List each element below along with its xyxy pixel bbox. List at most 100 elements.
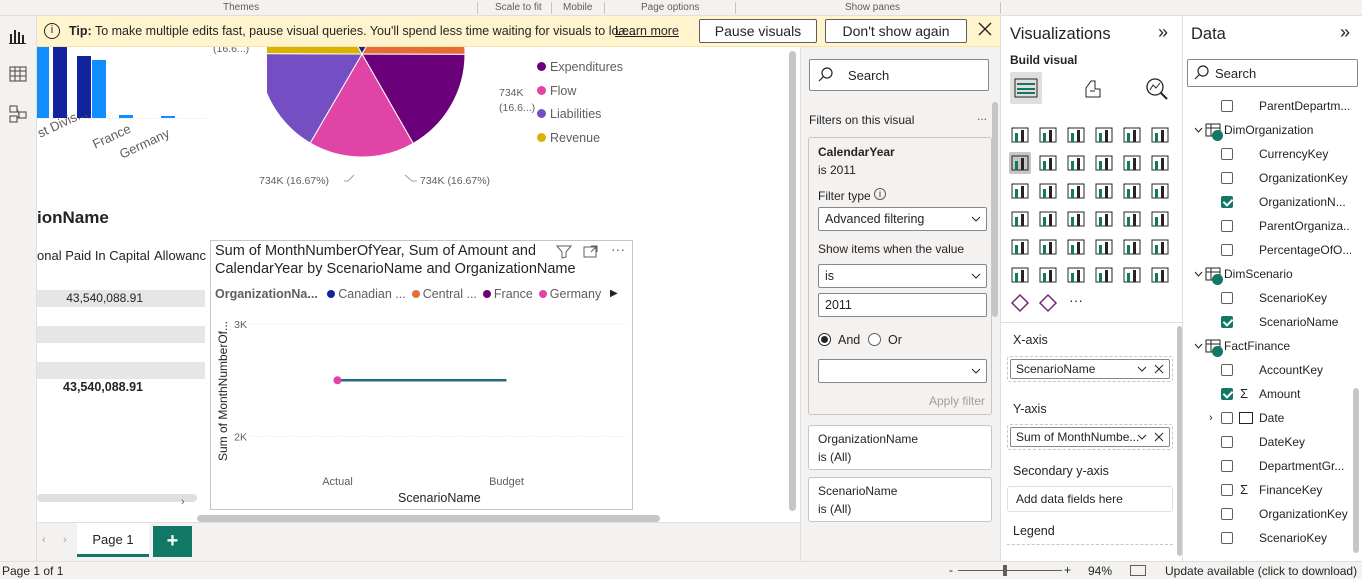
field-item[interactable]: OrganizationKey bbox=[1183, 502, 1351, 526]
pie-icon[interactable] bbox=[1093, 180, 1115, 202]
python-visual-icon[interactable] bbox=[1121, 236, 1143, 258]
dont-show-again-button[interactable]: Don't show again bbox=[825, 19, 967, 43]
more-options-icon[interactable]: ··· bbox=[611, 241, 625, 257]
chevron-down-icon[interactable] bbox=[1194, 343, 1203, 349]
zoom-out-button[interactable]: - bbox=[949, 563, 953, 577]
xaxis-well[interactable]: ScenarioName bbox=[1007, 356, 1173, 382]
matrix-icon[interactable] bbox=[1065, 236, 1087, 258]
filter-icon[interactable] bbox=[555, 245, 574, 261]
get-more-visuals-icon[interactable]: ··· bbox=[1065, 292, 1087, 314]
learn-more-link[interactable]: Learn more bbox=[615, 24, 679, 38]
filters-search-input[interactable]: Search bbox=[809, 59, 989, 91]
field-item[interactable]: ScenarioName bbox=[1183, 310, 1351, 334]
field-item[interactable]: CurrencyKey bbox=[1183, 142, 1351, 166]
funnel-icon[interactable] bbox=[1037, 180, 1059, 202]
table-icon[interactable] bbox=[1037, 236, 1059, 258]
zoom-slider[interactable] bbox=[958, 570, 1062, 571]
card-icon[interactable] bbox=[1093, 208, 1115, 230]
multirow-card-icon[interactable] bbox=[1121, 208, 1143, 230]
line-legend-item[interactable]: Germany bbox=[538, 287, 601, 301]
format-visual-icon[interactable] bbox=[1081, 77, 1105, 101]
line-clustered-icon[interactable] bbox=[1121, 152, 1143, 174]
field-checkbox[interactable] bbox=[1221, 364, 1233, 376]
filter-type-dropdown[interactable]: Advanced filtering bbox=[818, 207, 987, 231]
field-item[interactable]: PercentageOfO... bbox=[1183, 238, 1351, 262]
field-item[interactable]: Σ Amount bbox=[1183, 382, 1351, 406]
table-node[interactable]: FactFinance bbox=[1183, 334, 1351, 358]
add-page-button[interactable]: + bbox=[153, 526, 192, 557]
prev-page-icon[interactable]: ‹ bbox=[42, 534, 46, 546]
legend-next-icon[interactable]: ▶ bbox=[610, 288, 618, 299]
remove-field-icon[interactable] bbox=[1154, 432, 1164, 442]
filled-map-icon[interactable] bbox=[1037, 208, 1059, 230]
collapse-icon[interactable]: » bbox=[1340, 22, 1350, 43]
yaxis-field-pill[interactable]: Sum of MonthNumbe... bbox=[1010, 427, 1170, 447]
data-pane-scrollbar[interactable] bbox=[1353, 388, 1359, 553]
field-checkbox[interactable] bbox=[1221, 484, 1233, 496]
field-item[interactable]: Σ FinanceKey bbox=[1183, 478, 1351, 502]
narrative-icon[interactable] bbox=[1065, 264, 1087, 286]
field-checkbox[interactable] bbox=[1221, 436, 1233, 448]
scatter-icon[interactable] bbox=[1065, 180, 1087, 202]
build-visual-tab[interactable] bbox=[1010, 72, 1042, 104]
paginated-icon[interactable] bbox=[1093, 264, 1115, 286]
field-checkbox[interactable] bbox=[1221, 100, 1233, 112]
and-radio[interactable] bbox=[818, 333, 831, 346]
field-item[interactable]: ScenarioKey bbox=[1183, 286, 1351, 310]
field-checkbox[interactable] bbox=[1221, 316, 1233, 328]
kpi-icon[interactable] bbox=[1149, 208, 1171, 230]
page-tab-1[interactable]: Page 1 bbox=[77, 523, 149, 557]
clustered-bar-icon[interactable] bbox=[1065, 124, 1087, 146]
field-checkbox[interactable] bbox=[1221, 412, 1233, 424]
field-checkbox[interactable] bbox=[1221, 244, 1233, 256]
data-point[interactable] bbox=[333, 376, 342, 385]
area-chart-icon[interactable] bbox=[1037, 152, 1059, 174]
collapse-icon[interactable]: » bbox=[1158, 22, 1168, 43]
field-checkbox[interactable] bbox=[1221, 460, 1233, 472]
field-checkbox[interactable] bbox=[1221, 172, 1233, 184]
chevron-down-icon[interactable] bbox=[1137, 366, 1147, 372]
secondary-yaxis-well[interactable]: Add data fields here bbox=[1007, 486, 1173, 512]
field-item[interactable]: DepartmentGr... bbox=[1183, 454, 1351, 478]
second-operator-dropdown[interactable] bbox=[818, 359, 987, 383]
table-hscrollbar[interactable] bbox=[37, 494, 197, 502]
line-legend-item[interactable]: France bbox=[482, 287, 533, 301]
field-item[interactable]: › Date bbox=[1183, 406, 1351, 430]
pie-legend-item[interactable]: Liabilities bbox=[537, 107, 623, 131]
close-icon[interactable] bbox=[977, 21, 995, 39]
chevron-down-icon[interactable] bbox=[1194, 271, 1203, 277]
field-item[interactable]: OrganizationKey bbox=[1183, 166, 1351, 190]
r-visual-icon[interactable] bbox=[1093, 236, 1115, 258]
field-item[interactable]: ScenarioKey bbox=[1183, 526, 1351, 550]
canvas-vscrollbar[interactable] bbox=[789, 51, 796, 511]
waterfall-icon[interactable] bbox=[1009, 180, 1031, 202]
clustered-column-icon[interactable] bbox=[1093, 124, 1115, 146]
field-checkbox[interactable] bbox=[1221, 532, 1233, 544]
analytics-icon[interactable] bbox=[1145, 77, 1169, 101]
model-view-icon[interactable] bbox=[8, 104, 28, 124]
filter-value-input[interactable]: 2011 bbox=[818, 293, 987, 317]
yaxis-well[interactable]: Sum of MonthNumbe... bbox=[1007, 424, 1173, 450]
filter-card-scenarioname[interactable]: ScenarioName is (All) bbox=[808, 477, 992, 522]
stacked-column-icon[interactable] bbox=[1037, 124, 1059, 146]
zoom-in-button[interactable]: + bbox=[1064, 563, 1071, 577]
focus-mode-icon[interactable] bbox=[583, 245, 601, 261]
table-view-icon[interactable] bbox=[8, 64, 28, 84]
canvas-hscrollbar[interactable] bbox=[197, 515, 660, 522]
ribbon-icon[interactable] bbox=[1149, 152, 1171, 174]
field-checkbox[interactable] bbox=[1221, 196, 1233, 208]
field-item[interactable]: DateKey bbox=[1183, 430, 1351, 454]
line-legend-item[interactable]: Central ... bbox=[411, 287, 477, 301]
qa-icon[interactable] bbox=[1037, 264, 1059, 286]
100-column-icon[interactable] bbox=[1149, 124, 1171, 146]
field-checkbox[interactable] bbox=[1221, 148, 1233, 160]
filter-card-calendaryear[interactable]: CalendarYear is 2011 Filter type i Advan… bbox=[808, 137, 992, 415]
chevron-down-icon[interactable] bbox=[1194, 127, 1203, 133]
line-column-icon[interactable] bbox=[1093, 152, 1115, 174]
stacked-area-icon[interactable] bbox=[1065, 152, 1087, 174]
field-item[interactable]: AccountKey bbox=[1183, 358, 1351, 382]
pie-legend-item[interactable]: Revenue bbox=[537, 131, 623, 155]
field-item[interactable]: ParentOrganiza... bbox=[1183, 214, 1351, 238]
report-view-icon[interactable] bbox=[8, 26, 28, 46]
data-search-input[interactable]: Search bbox=[1187, 59, 1358, 87]
